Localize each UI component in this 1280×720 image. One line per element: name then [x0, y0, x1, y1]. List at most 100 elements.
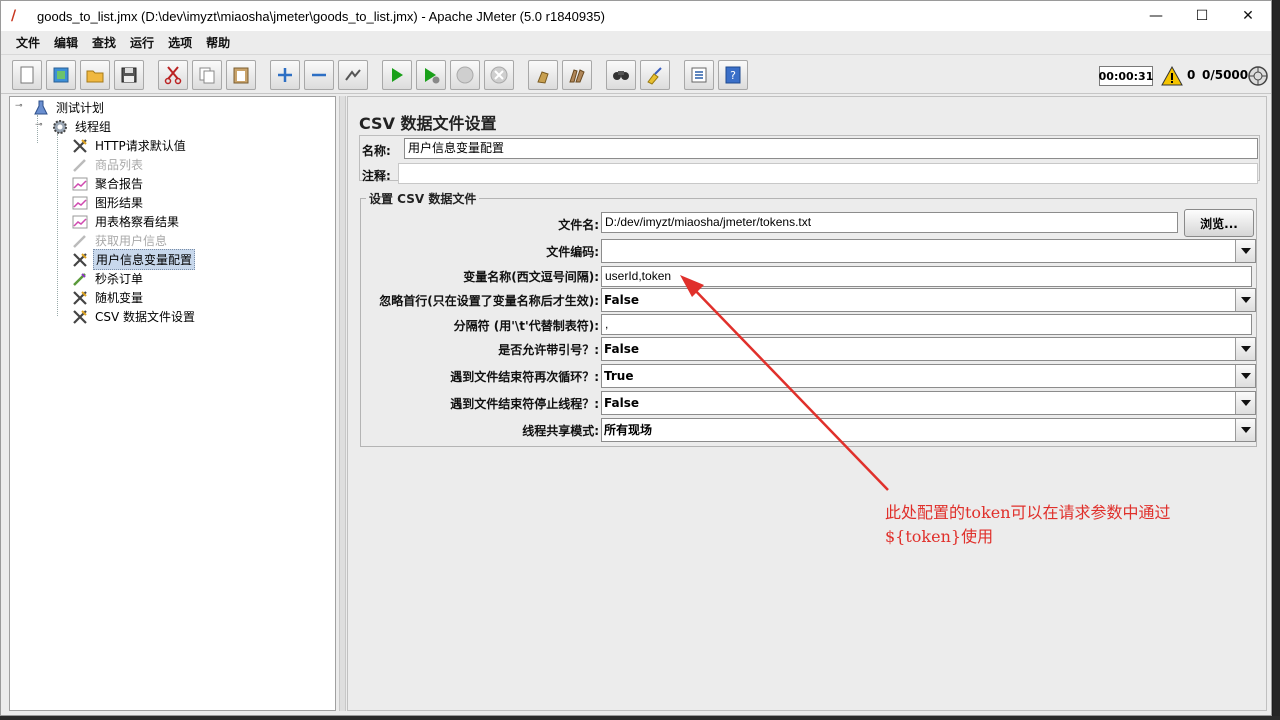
- csv-config-panel: CSV 数据文件设置 名称: 用户信息变量配置 注释: 设置 CSV 数据文件 …: [347, 96, 1267, 711]
- tree-node-http-defaults[interactable]: HTTP请求默认值: [71, 136, 188, 155]
- menu-search[interactable]: 查找: [85, 34, 123, 51]
- toggle-icon: [345, 69, 361, 81]
- encoding-dropdown-arrow[interactable]: [1235, 240, 1255, 262]
- ignore-first-dropdown-arrow[interactable]: [1235, 289, 1255, 311]
- quoted-select[interactable]: False: [601, 337, 1256, 361]
- filename-input[interactable]: D:/dev/imyzt/miaosha/jmeter/tokens.txt: [601, 212, 1178, 233]
- sharing-select[interactable]: 所有现场: [601, 418, 1256, 442]
- collapse-button[interactable]: [304, 60, 334, 90]
- recycle-dropdown-arrow[interactable]: [1235, 365, 1255, 387]
- stop-icon: [456, 66, 474, 84]
- filename-label: 文件名:: [558, 218, 599, 232]
- cut-button[interactable]: [158, 60, 188, 90]
- title-bar: / goods_to_list.jmx (D:\dev\imyzt\miaosh…: [1, 1, 1271, 31]
- window-title: goods_to_list.jmx (D:\dev\imyzt\miaosha\…: [37, 8, 605, 24]
- menu-file[interactable]: 文件: [9, 34, 47, 51]
- clear-all-icon: [569, 69, 585, 83]
- tree-node-thread-group[interactable]: 线程组: [51, 117, 113, 136]
- test-plan-tree: ⊸ ⊸ 测试计划 线程组 HTTP请求默认值 商品列表 聚合报告 图形结果 用表…: [9, 96, 336, 711]
- close-button[interactable]: ✕: [1225, 1, 1271, 31]
- tree-node-get-user-info[interactable]: 获取用户信息: [71, 231, 169, 250]
- expand-button[interactable]: [270, 60, 300, 90]
- warning-icon[interactable]: [1161, 65, 1183, 87]
- quoted-label: 是否允许带引号？:: [498, 343, 599, 357]
- varnames-input[interactable]: userId,token: [601, 266, 1252, 287]
- collapse-root-toggle[interactable]: ⊸: [15, 101, 23, 111]
- stop-button[interactable]: [450, 60, 480, 90]
- tree-node-test-plan[interactable]: 测试计划: [32, 98, 106, 117]
- menu-edit[interactable]: 编辑: [47, 34, 85, 51]
- start-button[interactable]: [382, 60, 412, 90]
- shutdown-icon: [490, 66, 508, 84]
- collapse-icon: [312, 73, 326, 77]
- start-no-pause-button[interactable]: [416, 60, 446, 90]
- chevron-down-icon: [1240, 373, 1251, 379]
- tree-node-csv-data-set[interactable]: CSV 数据文件设置: [71, 307, 197, 326]
- reset-search-button[interactable]: [640, 60, 670, 90]
- chevron-down-icon: [1240, 346, 1251, 352]
- chart-icon: [71, 194, 89, 212]
- remote-engines-icon[interactable]: [1247, 65, 1269, 87]
- new-icon: [20, 66, 34, 84]
- jmeter-feather-icon: /: [11, 8, 17, 24]
- split-pane-divider[interactable]: [339, 96, 346, 711]
- tree-node-user-info-config[interactable]: 用户信息变量配置: [71, 249, 196, 270]
- recycle-select[interactable]: True: [601, 364, 1256, 388]
- browse-button[interactable]: 浏览...: [1184, 209, 1254, 237]
- function-helper-button[interactable]: [684, 60, 714, 90]
- tree-node-random-variable[interactable]: 随机变量: [71, 288, 145, 307]
- encoding-label: 文件编码:: [546, 245, 599, 259]
- maximize-button[interactable]: ☐: [1179, 1, 1225, 31]
- open-icon: [86, 70, 104, 83]
- tree-node-goods-list[interactable]: 商品列表: [71, 155, 145, 174]
- save-button[interactable]: [114, 60, 144, 90]
- paste-icon: [233, 67, 249, 84]
- menu-bar: 文件 编辑 查找 运行 选项 帮助: [1, 31, 1271, 53]
- pipette-icon: [71, 156, 89, 174]
- wrench-icon: [71, 251, 89, 269]
- clear-all-button[interactable]: [562, 60, 592, 90]
- collapse-group-toggle[interactable]: ⊸: [35, 120, 43, 130]
- paste-button[interactable]: [226, 60, 256, 90]
- new-button[interactable]: [12, 60, 42, 90]
- encoding-select[interactable]: [601, 239, 1256, 263]
- quoted-dropdown-arrow[interactable]: [1235, 338, 1255, 360]
- shutdown-button[interactable]: [484, 60, 514, 90]
- menu-help[interactable]: 帮助: [199, 34, 237, 51]
- templates-button[interactable]: [46, 60, 76, 90]
- open-button[interactable]: [80, 60, 110, 90]
- search-button[interactable]: [606, 60, 636, 90]
- chevron-down-icon: [1240, 427, 1251, 433]
- tree-node-aggregate-report[interactable]: 聚合报告: [71, 174, 145, 193]
- wrench-icon: [71, 137, 89, 155]
- tree-node-graph-results[interactable]: 图形结果: [71, 193, 145, 212]
- expand-icon: [278, 68, 292, 82]
- clear-button[interactable]: [528, 60, 558, 90]
- copy-button[interactable]: [192, 60, 222, 90]
- annotation-line-1: 此处配置的token可以在请求参数中通过: [885, 503, 1171, 522]
- delimiter-input[interactable]: ,: [601, 314, 1252, 335]
- stop-thread-select[interactable]: False: [601, 391, 1256, 415]
- stop-thread-dropdown-arrow[interactable]: [1235, 392, 1255, 414]
- ignore-first-label: 忽略首行(只在设置了变量名称后才生效):: [379, 294, 599, 308]
- ignore-first-select[interactable]: False: [601, 288, 1256, 312]
- menu-run[interactable]: 运行: [123, 34, 161, 51]
- chart-icon: [71, 175, 89, 193]
- cut-icon: [164, 66, 182, 85]
- help-button[interactable]: ?: [718, 60, 748, 90]
- function-helper-icon: [691, 67, 707, 83]
- tree-node-seckill-order[interactable]: 秒杀订单: [71, 269, 145, 288]
- sharing-dropdown-arrow[interactable]: [1235, 419, 1255, 441]
- tree-node-table-results[interactable]: 用表格察看结果: [71, 212, 181, 231]
- jmeter-window: / goods_to_list.jmx (D:\dev\imyzt\miaosh…: [0, 0, 1272, 716]
- pipette-icon: [71, 232, 89, 250]
- gear-icon: [51, 118, 69, 136]
- background-strip-bottom: [0, 716, 1280, 720]
- annotation-note: 此处配置的token可以在请求参数中通过 ${token}使用: [885, 501, 1171, 549]
- minimize-button[interactable]: —: [1133, 1, 1179, 31]
- chevron-down-icon: [1240, 297, 1251, 303]
- flask-icon: [32, 99, 50, 117]
- toggle-button[interactable]: [338, 60, 368, 90]
- menu-options[interactable]: 选项: [161, 34, 199, 51]
- copy-icon: [199, 67, 215, 84]
